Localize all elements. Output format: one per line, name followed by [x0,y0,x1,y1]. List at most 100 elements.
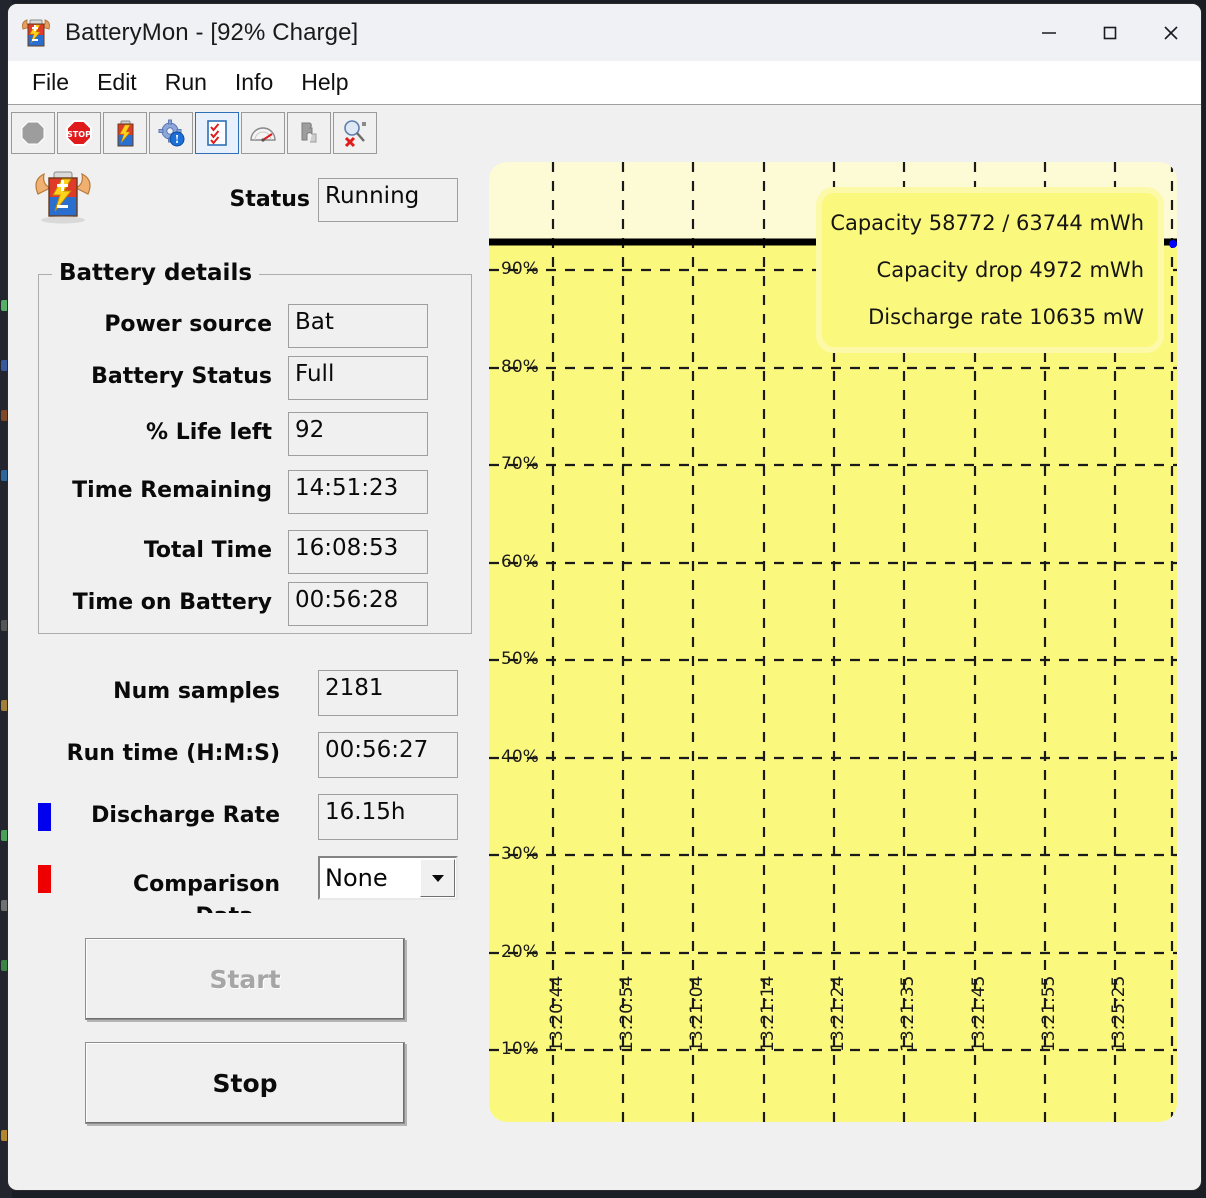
chevron-down-icon[interactable] [420,859,455,897]
row-time-remaining: Time Remaining 14:51:23 [8,470,470,514]
life-left-label: % Life left [146,420,272,445]
y-tick-50: 50% [501,649,539,669]
life-left-value: 92 [288,412,428,456]
menu-help[interactable]: Help [287,67,362,98]
menu-file[interactable]: File [18,67,83,98]
x-tick-8: 13:25:25 [1109,1032,1129,1052]
close-button[interactable] [1140,4,1201,61]
chart-panel: 90% 80% 70% 60% 50% 40% 30% 20% 10% 13:2… [489,162,1177,1122]
stop-button[interactable]: STOP [57,112,101,154]
y-tick-90: 90% [501,259,539,279]
minimize-button[interactable] [1018,4,1079,61]
x-tick-6: 13:21:45 [969,1032,989,1052]
menu-info[interactable]: Info [221,67,287,98]
power-source-label: Power source [104,312,272,337]
y-tick-20: 20% [501,942,539,962]
x-tick-4: 13:21:24 [828,1032,848,1052]
total-time-label: Total Time [144,538,272,563]
tooltip-capacity: Capacity 58772 / 63744 mWh [830,211,1144,235]
battery-status-value: Full [288,356,428,400]
row-power-source: Power source Bat [8,304,470,348]
checklist-button[interactable] [195,112,239,154]
x-tick-7: 13:21:55 [1039,1032,1059,1052]
power-source-value: Bat [288,304,428,348]
total-time-value: 16:08:53 [288,530,428,574]
comparison-label: Comparison [133,872,280,897]
row-battery-status: Battery Status Full [8,356,470,400]
x-tick-5: 13:21:35 [898,1032,918,1052]
export-button[interactable] [287,112,331,154]
stop-button-main[interactable]: Stop [85,1042,405,1124]
start-button[interactable]: Start [85,938,405,1020]
status-row: Status Running [8,170,470,232]
row-life-left: % Life left 92 [8,412,470,456]
title-bar: BatteryMon - [92% Charge] [8,4,1201,61]
left-panel: Status Running Battery details Power sou… [8,162,488,1190]
y-tick-80: 80% [501,357,539,377]
comparison-swatch [38,865,51,893]
puzzle-icon [294,118,324,148]
battery-status-label: Battery Status [91,364,272,389]
window-controls [1018,4,1201,61]
battery-flex-icon [19,16,53,50]
time-remaining-value: 14:51:23 [288,470,428,514]
time-remaining-label: Time Remaining [72,478,272,503]
row-total-time: Total Time 16:08:53 [8,530,470,574]
status-value: Running [318,178,458,222]
comparison-label-clipped: Data [196,904,254,913]
row-discharge-rate: Discharge Rate 16.15h [8,794,470,840]
time-on-battery-value: 00:56:28 [288,582,428,626]
diagnostics-button[interactable] [333,112,377,154]
menu-edit[interactable]: Edit [83,67,151,98]
battery-info-button[interactable] [103,112,147,154]
discharge-rate-swatch [38,803,51,831]
num-samples-label: Num samples [113,679,280,704]
x-tick-2: 13:21:04 [687,1032,707,1052]
chart-tooltip: Capacity 58772 / 63744 mWh Capacity drop… [816,187,1164,353]
gauge-icon [248,118,278,148]
settings-button[interactable]: ! [149,112,193,154]
status-label: Status [230,187,310,212]
y-tick-10: 10% [501,1039,539,1059]
row-comparison: Comparison Data None [8,856,470,916]
magnifier-cross-icon [340,118,370,148]
x-tick-3: 13:21:14 [758,1032,778,1052]
stop-sign-icon: STOP [64,118,94,148]
y-tick-60: 60% [501,552,539,572]
window-title: BatteryMon - [92% Charge] [65,19,358,47]
y-tick-30: 30% [501,844,539,864]
gray-octagon-icon [18,118,48,148]
capacity-chart[interactable]: 90% 80% 70% 60% 50% 40% 30% 20% 10% 13:2… [489,162,1177,1122]
gauge-button[interactable] [241,112,285,154]
svg-text:!: ! [175,133,180,146]
row-run-time: Run time (H:M:S) 00:56:27 [8,732,470,778]
battery-details-legend: Battery details [52,260,259,286]
menu-bar: File Edit Run Info Help [8,61,1201,105]
clipboard-check-icon [202,118,232,148]
time-on-battery-label: Time on Battery [73,590,272,615]
x-tick-1: 13:20:54 [617,1032,637,1052]
batterymon-window: BatteryMon - [92% Charge] File Edit Run … [8,4,1201,1190]
menu-run[interactable]: Run [151,67,221,98]
run-time-value: 00:56:27 [318,732,458,778]
gear-info-icon: ! [156,118,186,148]
current-sample-marker [1169,240,1177,248]
comparison-select-value: None [320,864,420,892]
row-time-on-battery: Time on Battery 00:56:28 [8,582,470,626]
y-tick-40: 40% [501,747,539,767]
battery-icon [110,118,140,148]
run-time-label: Run time (H:M:S) [67,741,280,766]
toolbar: STOP ! [8,106,1201,159]
tooltip-capacity-drop: Capacity drop 4972 mWh [877,258,1144,282]
y-tick-70: 70% [501,454,539,474]
maximize-button[interactable] [1079,4,1140,61]
x-tick-0: 13:20:44 [547,1032,567,1052]
row-num-samples: Num samples 2181 [8,670,470,716]
record-button[interactable] [11,112,55,154]
discharge-rate-label: Discharge Rate [91,803,280,828]
num-samples-value: 2181 [318,670,458,716]
discharge-rate-value: 16.15h [318,794,458,840]
tooltip-discharge-rate: Discharge rate 10635 mW [868,305,1144,329]
svg-text:STOP: STOP [67,130,91,139]
comparison-select[interactable]: None [318,856,458,900]
